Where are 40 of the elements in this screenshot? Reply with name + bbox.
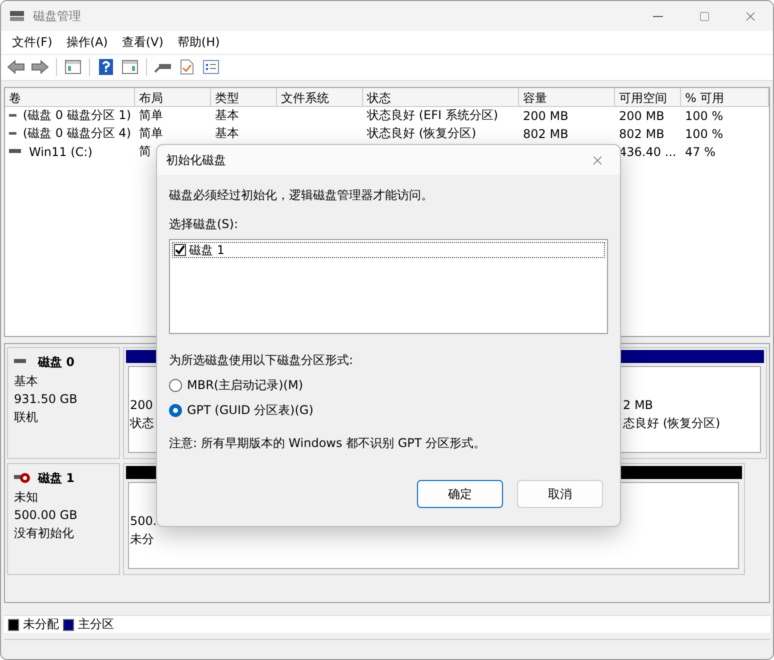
table-cell: 802 MB xyxy=(619,126,664,141)
window-title: 磁盘管理 xyxy=(33,8,82,24)
partition-text: 2 MB xyxy=(623,396,654,413)
disk-name: 磁盘 1 xyxy=(38,470,75,487)
disk-size: 931.50 GB xyxy=(14,390,78,407)
table-cell: 状态良好 (EFI 系统分区) xyxy=(367,107,498,124)
partition-text: 状态 xyxy=(130,414,154,431)
table-cell: 200 MB xyxy=(619,108,664,123)
disk-status: 没有初始化 xyxy=(14,524,75,541)
table-cell: 47 % xyxy=(685,144,716,159)
disk-type: 基本 xyxy=(14,372,39,389)
dialog-message: 磁盘必须经过初始化，逻辑磁盘管理器才能访问。 xyxy=(169,187,434,204)
disk-status: 联机 xyxy=(14,408,39,425)
table-cell: 436.40 ... xyxy=(619,144,676,159)
select-disk-label: 选择磁盘(S): xyxy=(169,216,240,233)
table-cell: (磁盘 0 磁盘分区 4) xyxy=(22,125,131,142)
disk-name: 磁盘 0 xyxy=(38,354,75,371)
table-cell: 简单 xyxy=(139,107,163,124)
table-cell: 状态良好 (恢复分区) xyxy=(367,125,476,142)
table-cell: 简 xyxy=(139,143,151,160)
legend-label: 未分配 xyxy=(23,616,59,634)
table-cell: 100 % xyxy=(685,126,724,141)
table-cell: (磁盘 0 磁盘分区 1) xyxy=(22,107,131,124)
disk-type: 未知 xyxy=(14,488,39,505)
table-cell: 100 % xyxy=(685,108,724,123)
partition-text: 200 xyxy=(130,396,153,413)
table-cell: 802 MB xyxy=(523,126,568,141)
partition-text: 500. xyxy=(130,512,157,529)
dialog-title: 初始化磁盘 xyxy=(166,152,227,168)
partition-text: 态良好 (恢复分区) xyxy=(623,414,720,431)
table-cell: 200 MB xyxy=(523,108,568,123)
table-cell: 基本 xyxy=(215,107,239,124)
partition-style-label: 为所选磁盘使用以下磁盘分区形式: xyxy=(169,352,354,369)
disk-size: 500.00 GB xyxy=(14,506,78,523)
legend-label: 主分区 xyxy=(78,616,114,634)
partition-text: 未分 xyxy=(130,530,154,547)
table-cell: 简单 xyxy=(139,125,163,142)
table-cell: Win11 (C:) xyxy=(29,144,92,159)
table-cell: 基本 xyxy=(215,125,239,142)
note-text: 注意: 所有早期版本的 Windows 都不识别 GPT 分区形式。 xyxy=(169,435,487,452)
